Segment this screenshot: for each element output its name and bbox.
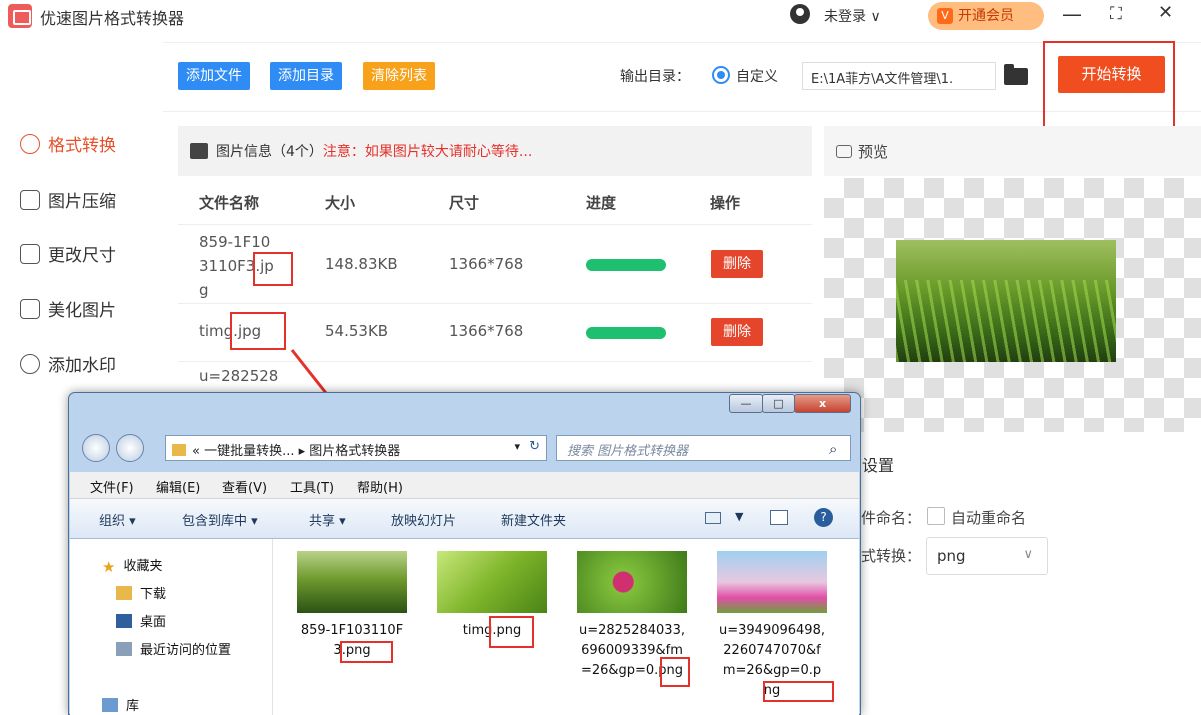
nav-label: 最近访问的位置	[140, 643, 232, 658]
desktop-icon	[116, 614, 132, 628]
cmd-slideshow[interactable]: 放映幻灯片	[391, 510, 456, 529]
address-bar[interactable]: « 一键批量转换... ▸ 图片格式转换器 ▾ ↻	[165, 435, 547, 461]
refresh-icon[interactable]: ↻	[529, 439, 540, 454]
navigation-pane	[70, 539, 273, 715]
nav-libraries[interactable]: 库	[102, 695, 139, 714]
cmd-new-folder[interactable]: 新建文件夹	[501, 510, 566, 529]
file-name-line: u=2825284033,	[579, 623, 685, 638]
view-icon[interactable]	[705, 512, 721, 524]
nav-recent[interactable]: 最近访问的位置	[116, 639, 231, 658]
folder-icon	[172, 444, 186, 456]
nav-desktop[interactable]: 桌面	[116, 611, 166, 630]
explorer-close-icon[interactable]: x	[794, 394, 851, 413]
nav-label: 桌面	[140, 615, 167, 630]
help-icon[interactable]: ?	[814, 508, 833, 527]
annotation-box	[340, 641, 393, 663]
file-name-line: 859-1F103110F	[300, 623, 404, 638]
forward-icon[interactable]	[116, 434, 144, 462]
library-icon	[102, 698, 118, 712]
menu-file[interactable]: 文件(F)	[90, 477, 134, 496]
file-name-line: 2260747070&f	[723, 643, 821, 658]
annotation-box	[763, 681, 834, 702]
nav-favorites[interactable]: ★ 收藏夹	[102, 555, 163, 576]
nav-label: 收藏夹	[123, 559, 163, 574]
nav-label: 下载	[140, 587, 167, 602]
preview-pane-icon[interactable]	[770, 510, 788, 525]
file-name-line: u=3949096498,	[719, 623, 825, 638]
menu-help[interactable]: 帮助(H)	[357, 477, 403, 496]
cmd-organize[interactable]: 组织 ▾	[99, 510, 136, 529]
cmd-share[interactable]: 共享 ▾	[309, 510, 346, 529]
annotation-box	[489, 616, 534, 648]
cmd-include-library[interactable]: 包含到库中 ▾	[182, 510, 258, 529]
file-thumbnail[interactable]	[297, 551, 407, 613]
file-thumbnail[interactable]	[437, 551, 547, 613]
explorer-maximize-icon[interactable]: □	[762, 394, 795, 413]
nav-downloads[interactable]: 下载	[116, 583, 166, 602]
search-icon[interactable]: ⌕	[829, 440, 837, 458]
explorer-window-controls: — □ x	[729, 394, 853, 414]
explorer-minimize-icon[interactable]: —	[729, 394, 763, 413]
file-thumbnail[interactable]	[717, 551, 827, 613]
file-name-line: m=26&gp=0.p	[722, 663, 822, 678]
menu-view[interactable]: 查看(V)	[222, 477, 267, 496]
address-text: « 一键批量转换... ▸ 图片格式转换器	[192, 444, 401, 459]
recent-places-icon	[116, 642, 132, 656]
file-thumbnail[interactable]	[577, 551, 687, 613]
back-icon[interactable]	[82, 434, 110, 462]
menu-edit[interactable]: 编辑(E)	[156, 477, 200, 496]
search-input[interactable]: 搜索 图片格式转换器	[556, 435, 851, 461]
menu-tools[interactable]: 工具(T)	[290, 477, 334, 496]
star-icon: ★	[102, 558, 116, 576]
nav-label: 库	[126, 699, 140, 714]
annotation-box	[660, 657, 690, 687]
chevron-down-icon[interactable]: ▼	[735, 510, 743, 523]
download-folder-icon	[116, 586, 132, 600]
chevron-down-icon[interactable]: ▾	[514, 440, 520, 453]
